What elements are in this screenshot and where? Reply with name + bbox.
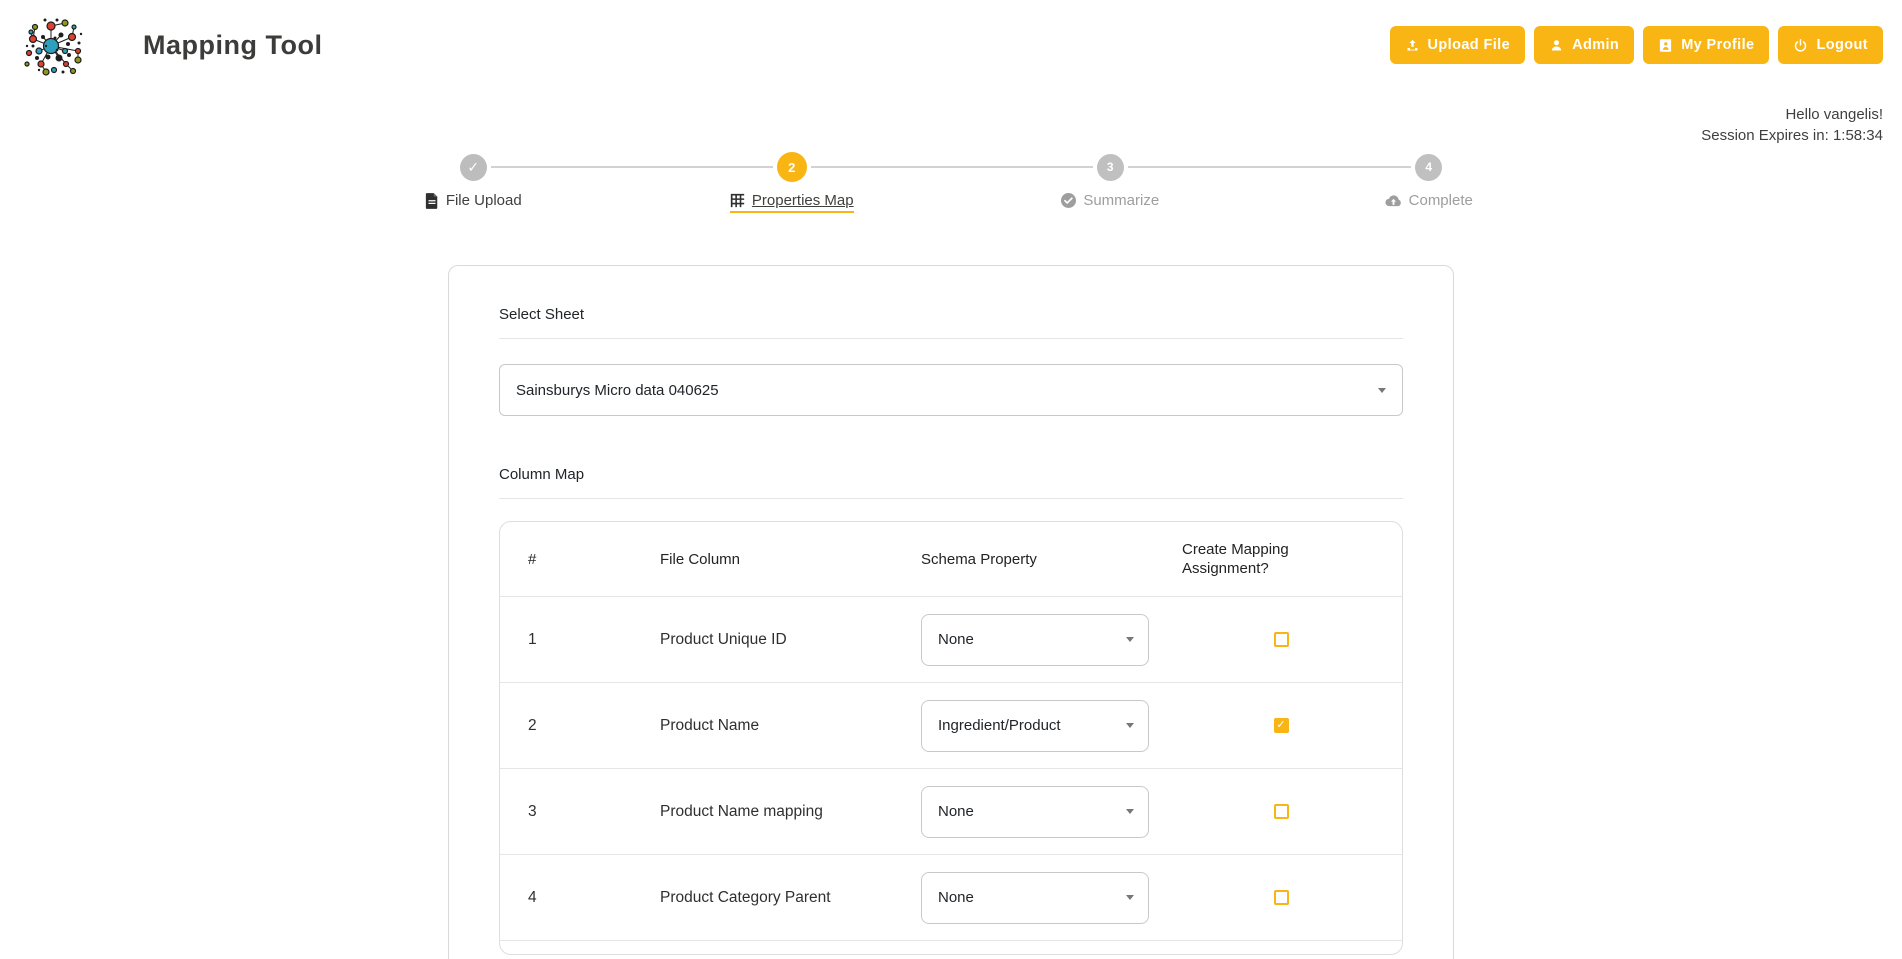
admin-button[interactable]: Admin: [1534, 26, 1634, 64]
table-row-partial: [500, 940, 1402, 954]
column-map-table: # File Column Schema Property Create Map…: [499, 521, 1403, 955]
create-mapping-checkbox[interactable]: ✓: [1274, 632, 1289, 647]
create-mapping-checkbox[interactable]: ✓: [1274, 804, 1289, 819]
chevron-down-icon: [1126, 895, 1134, 900]
app-logo: [21, 13, 85, 77]
check-circle-icon: [1061, 193, 1076, 208]
step-2-indicator[interactable]: 2: [777, 152, 807, 182]
schema-property-select[interactable]: None: [921, 786, 1149, 838]
header: Mapping Tool Upload File Admin My Profil…: [0, 0, 1902, 90]
create-mapping-checkbox[interactable]: ✓: [1274, 718, 1289, 733]
properties-map-card: Select Sheet Sainsburys Micro data 04062…: [448, 265, 1454, 959]
row-file-column: Product Name: [632, 717, 896, 735]
row-file-column: Product Unique ID: [632, 631, 896, 649]
table-row: 1 Product Unique ID None ✓: [500, 596, 1402, 682]
row-file-column: Product Category Parent: [632, 889, 896, 907]
create-mapping-checkbox[interactable]: ✓: [1274, 890, 1289, 905]
col-header-schema-property: Schema Property: [896, 551, 1160, 568]
power-icon: [1793, 38, 1808, 53]
col-header-create-mapping: Create Mapping Assignment?: [1182, 540, 1312, 578]
table-row: 3 Product Name mapping None ✓: [500, 768, 1402, 854]
sheet-select[interactable]: Sainsburys Micro data 040625: [499, 364, 1403, 416]
step-complete: 4 Complete: [1270, 152, 1589, 213]
chevron-down-icon: [1126, 723, 1134, 728]
schema-property-select[interactable]: Ingredient/Product: [921, 700, 1149, 752]
chevron-down-icon: [1378, 388, 1386, 393]
person-icon: [1549, 38, 1564, 53]
col-header-index: #: [500, 551, 632, 568]
step-file-upload: ✓ File Upload: [314, 152, 633, 213]
step-summarize: 3 Summarize: [951, 152, 1270, 213]
cloud-upload-icon: [1385, 194, 1402, 208]
wizard-stepper: ✓ File Upload 2 Properties Map: [314, 152, 1588, 213]
step-3-indicator[interactable]: 3: [1097, 154, 1124, 181]
column-map-label: Column Map: [499, 466, 1403, 483]
upload-icon: [1405, 38, 1420, 53]
select-sheet-label: Select Sheet: [499, 306, 1403, 323]
step-2-label[interactable]: Properties Map: [752, 192, 854, 209]
logout-button[interactable]: Logout: [1778, 26, 1883, 64]
step-properties-map: 2 Properties Map: [633, 152, 952, 213]
session-info: Hello vangelis! Session Expires in: 1:58…: [0, 104, 1902, 146]
divider: [499, 338, 1403, 339]
table-row: 4 Product Category Parent None ✓: [500, 854, 1402, 940]
row-file-column: Product Name mapping: [632, 803, 896, 821]
session-expiry-text: Session Expires in: 1:58:34: [0, 125, 1883, 146]
row-index: 2: [500, 717, 632, 735]
schema-property-value: None: [938, 889, 974, 906]
step-1-label[interactable]: File Upload: [446, 192, 522, 209]
row-index: 4: [500, 889, 632, 907]
profile-card-icon: [1658, 38, 1673, 53]
step-1-indicator[interactable]: ✓: [460, 154, 487, 181]
step-3-label[interactable]: Summarize: [1083, 192, 1159, 209]
step-4-label[interactable]: Complete: [1409, 192, 1473, 209]
greeting-text: Hello vangelis!: [0, 104, 1883, 125]
table-header-row: # File Column Schema Property Create Map…: [500, 522, 1402, 596]
sheet-select-value: Sainsburys Micro data 040625: [516, 382, 719, 399]
schema-property-value: None: [938, 803, 974, 820]
divider: [499, 498, 1403, 499]
schema-property-select[interactable]: None: [921, 614, 1149, 666]
schema-property-value: Ingredient/Product: [938, 717, 1061, 734]
file-icon: [425, 193, 439, 209]
schema-property-select[interactable]: None: [921, 872, 1149, 924]
table-grid-icon: [730, 193, 745, 208]
my-profile-button[interactable]: My Profile: [1643, 26, 1769, 64]
upload-file-button[interactable]: Upload File: [1390, 26, 1526, 64]
row-index: 1: [500, 631, 632, 649]
schema-property-value: None: [938, 631, 974, 648]
row-index: 3: [500, 803, 632, 821]
page-title: Mapping Tool: [143, 30, 322, 61]
chevron-down-icon: [1126, 637, 1134, 642]
col-header-file-column: File Column: [632, 551, 896, 568]
header-actions: Upload File Admin My Profile Logout: [1390, 26, 1883, 64]
step-4-indicator[interactable]: 4: [1415, 154, 1442, 181]
chevron-down-icon: [1126, 809, 1134, 814]
table-row: 2 Product Name Ingredient/Product ✓: [500, 682, 1402, 768]
